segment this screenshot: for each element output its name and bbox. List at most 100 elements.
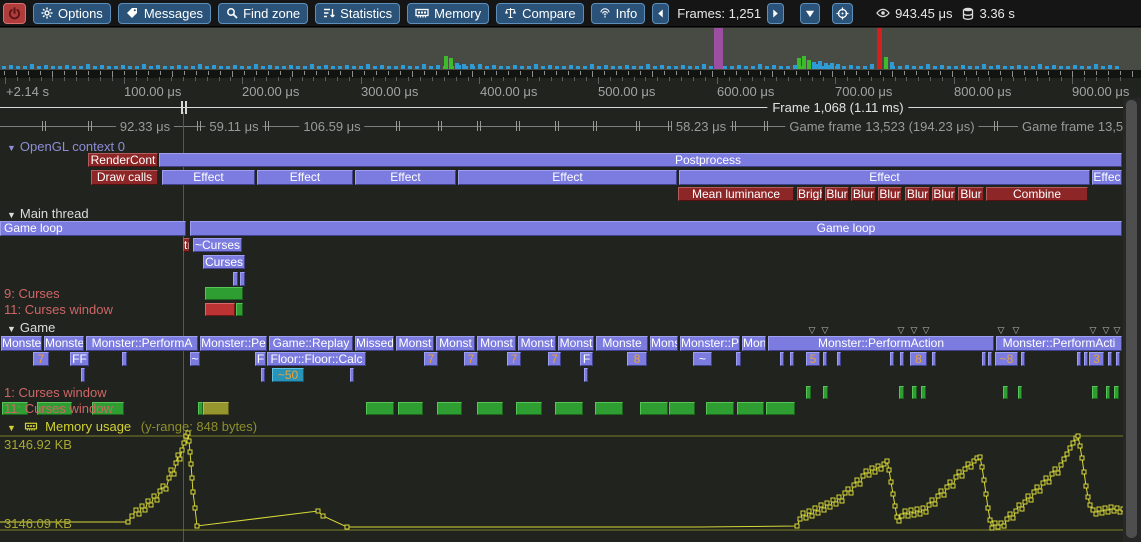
zone-bar[interactable] bbox=[912, 386, 917, 399]
subframe-label[interactable]: 58.23 μs bbox=[672, 119, 730, 134]
zone-bar[interactable] bbox=[640, 402, 668, 415]
zone-bar[interactable] bbox=[823, 352, 827, 366]
frame-label[interactable]: Frame 1,068 (1.11 ms) bbox=[767, 100, 908, 115]
zone-bar[interactable] bbox=[366, 402, 394, 415]
zone-bar[interactable]: ~Curses bbox=[193, 238, 242, 252]
memory-section-header[interactable]: ▼ Memory usage (y-range: 848 bytes) bbox=[7, 419, 257, 434]
zone-bar[interactable]: Effect bbox=[162, 170, 255, 185]
zone-bar[interactable]: Monster::Pe bbox=[200, 336, 267, 351]
zone-bar[interactable] bbox=[1021, 352, 1025, 366]
zone-bar[interactable] bbox=[236, 303, 243, 316]
zone-bar[interactable] bbox=[932, 352, 936, 366]
zone-bar[interactable]: Effect bbox=[355, 170, 456, 185]
zone-bar[interactable]: Mons bbox=[650, 336, 678, 351]
zone-bar[interactable] bbox=[1084, 352, 1088, 366]
power-button[interactable] bbox=[3, 3, 26, 24]
zone-bar[interactable] bbox=[1114, 386, 1119, 399]
zone-bar[interactable]: 3 bbox=[1089, 352, 1104, 366]
zone-bar[interactable]: 7 bbox=[464, 352, 478, 366]
zone-bar[interactable] bbox=[261, 368, 265, 382]
zone-bar[interactable] bbox=[790, 352, 794, 366]
zone-bar[interactable]: Postprocess bbox=[159, 153, 1122, 167]
zone-bar[interactable]: Combine bbox=[986, 187, 1088, 201]
zone-bar[interactable] bbox=[584, 368, 588, 382]
zone-bar[interactable] bbox=[1003, 386, 1008, 399]
zone-bar[interactable]: Monst bbox=[477, 336, 516, 351]
subframe-label[interactable]: 106.59 μs bbox=[299, 119, 364, 134]
zone-bar[interactable]: Monst bbox=[436, 336, 475, 351]
section-header[interactable]: ▼Game bbox=[7, 320, 55, 335]
zone-bar[interactable]: Monste bbox=[596, 336, 648, 351]
zone-bar[interactable] bbox=[890, 352, 894, 366]
zone-bar[interactable] bbox=[706, 402, 734, 415]
statistics-button[interactable]: Statistics bbox=[315, 3, 400, 24]
zone-bar[interactable] bbox=[837, 352, 841, 366]
zone-bar[interactable]: Curses bbox=[203, 255, 245, 269]
zone-bar[interactable]: 7 bbox=[507, 352, 521, 366]
zone-bar[interactable]: F bbox=[580, 352, 593, 366]
collapse-arrow-icon[interactable]: ▼ bbox=[7, 143, 16, 153]
compare-button[interactable]: Compare bbox=[496, 3, 583, 24]
zone-bar[interactable] bbox=[1092, 386, 1098, 399]
zone-bar[interactable]: 7 bbox=[424, 352, 438, 366]
zone-bar[interactable] bbox=[1106, 386, 1110, 399]
zone-bar[interactable] bbox=[780, 352, 784, 366]
zone-bar[interactable]: Monster::Pe bbox=[680, 336, 740, 351]
zone-bar[interactable] bbox=[1018, 386, 1022, 399]
zone-bar[interactable] bbox=[806, 386, 811, 399]
zone-bar[interactable]: Monste bbox=[44, 336, 84, 351]
zone-bar[interactable]: ~ bbox=[693, 352, 712, 366]
zone-bar[interactable]: Game loop bbox=[190, 221, 1122, 236]
zone-bar[interactable] bbox=[982, 352, 986, 366]
zone-bar[interactable]: 7 bbox=[548, 352, 561, 366]
next-frame-button[interactable] bbox=[767, 3, 784, 24]
zone-bar[interactable] bbox=[823, 386, 828, 399]
options-button[interactable]: Options bbox=[33, 3, 111, 24]
zone-bar[interactable]: Monst bbox=[518, 336, 556, 351]
zone-bar[interactable]: Monst bbox=[396, 336, 434, 351]
memory-button[interactable]: Memory bbox=[407, 3, 489, 24]
goto-frame-button[interactable] bbox=[832, 3, 853, 24]
section-header[interactable]: ▼OpenGL context 0 bbox=[7, 139, 125, 154]
zone-bar[interactable]: RenderCont bbox=[88, 153, 158, 167]
find-zone-button[interactable]: Find zone bbox=[218, 3, 308, 24]
zone-bar[interactable] bbox=[669, 402, 695, 415]
zone-bar[interactable] bbox=[516, 402, 542, 415]
collapse-arrow-icon[interactable]: ▼ bbox=[7, 210, 16, 220]
zone-bar[interactable]: F bbox=[255, 352, 266, 366]
zone-bar[interactable]: Draw calls bbox=[91, 170, 158, 185]
zone-bar[interactable]: 8 bbox=[627, 352, 647, 366]
zone-bar[interactable] bbox=[1116, 352, 1120, 366]
zone-bar[interactable] bbox=[203, 402, 229, 415]
zone-bar[interactable]: ~50 bbox=[272, 368, 304, 382]
messages-button[interactable]: Messages bbox=[118, 3, 211, 24]
zone-bar[interactable]: Blur bbox=[905, 187, 930, 201]
zone-bar[interactable] bbox=[899, 386, 904, 399]
collapse-arrow-icon[interactable]: ▼ bbox=[7, 324, 16, 334]
vertical-scrollbar[interactable] bbox=[1123, 98, 1141, 542]
zone-bar[interactable] bbox=[122, 352, 127, 366]
zone-bar[interactable]: FF bbox=[70, 352, 89, 366]
zone-bar[interactable] bbox=[477, 402, 503, 415]
zone-bar[interactable]: Blur bbox=[878, 187, 902, 201]
zone-bar[interactable] bbox=[555, 402, 583, 415]
subframe-label[interactable]: 59.11 μs bbox=[205, 119, 262, 134]
zone-bar[interactable]: Monste bbox=[1, 336, 42, 351]
zone-bar[interactable]: Effect bbox=[458, 170, 677, 185]
zone-bar[interactable]: 8 bbox=[910, 352, 927, 366]
zone-bar[interactable] bbox=[205, 287, 243, 300]
zone-bar[interactable]: Blur bbox=[851, 187, 876, 201]
zone-bar[interactable]: Effect bbox=[679, 170, 1090, 185]
zone-bar[interactable] bbox=[233, 272, 238, 286]
zone-bar[interactable] bbox=[988, 352, 992, 366]
zone-bar[interactable]: tı bbox=[183, 238, 190, 252]
zone-bar[interactable]: Floor::Floor::Calc bbox=[267, 352, 366, 366]
zone-bar[interactable] bbox=[81, 368, 85, 382]
zone-bar[interactable]: Monster::PerformAction bbox=[768, 336, 994, 351]
zone-bar[interactable]: Effec bbox=[1092, 170, 1122, 185]
zone-bar[interactable] bbox=[736, 352, 741, 366]
zone-bar[interactable]: Blur bbox=[958, 187, 984, 201]
zone-bar[interactable]: ~ bbox=[190, 352, 200, 366]
zone-bar[interactable]: Blur bbox=[825, 187, 849, 201]
zone-bar[interactable] bbox=[205, 303, 235, 316]
